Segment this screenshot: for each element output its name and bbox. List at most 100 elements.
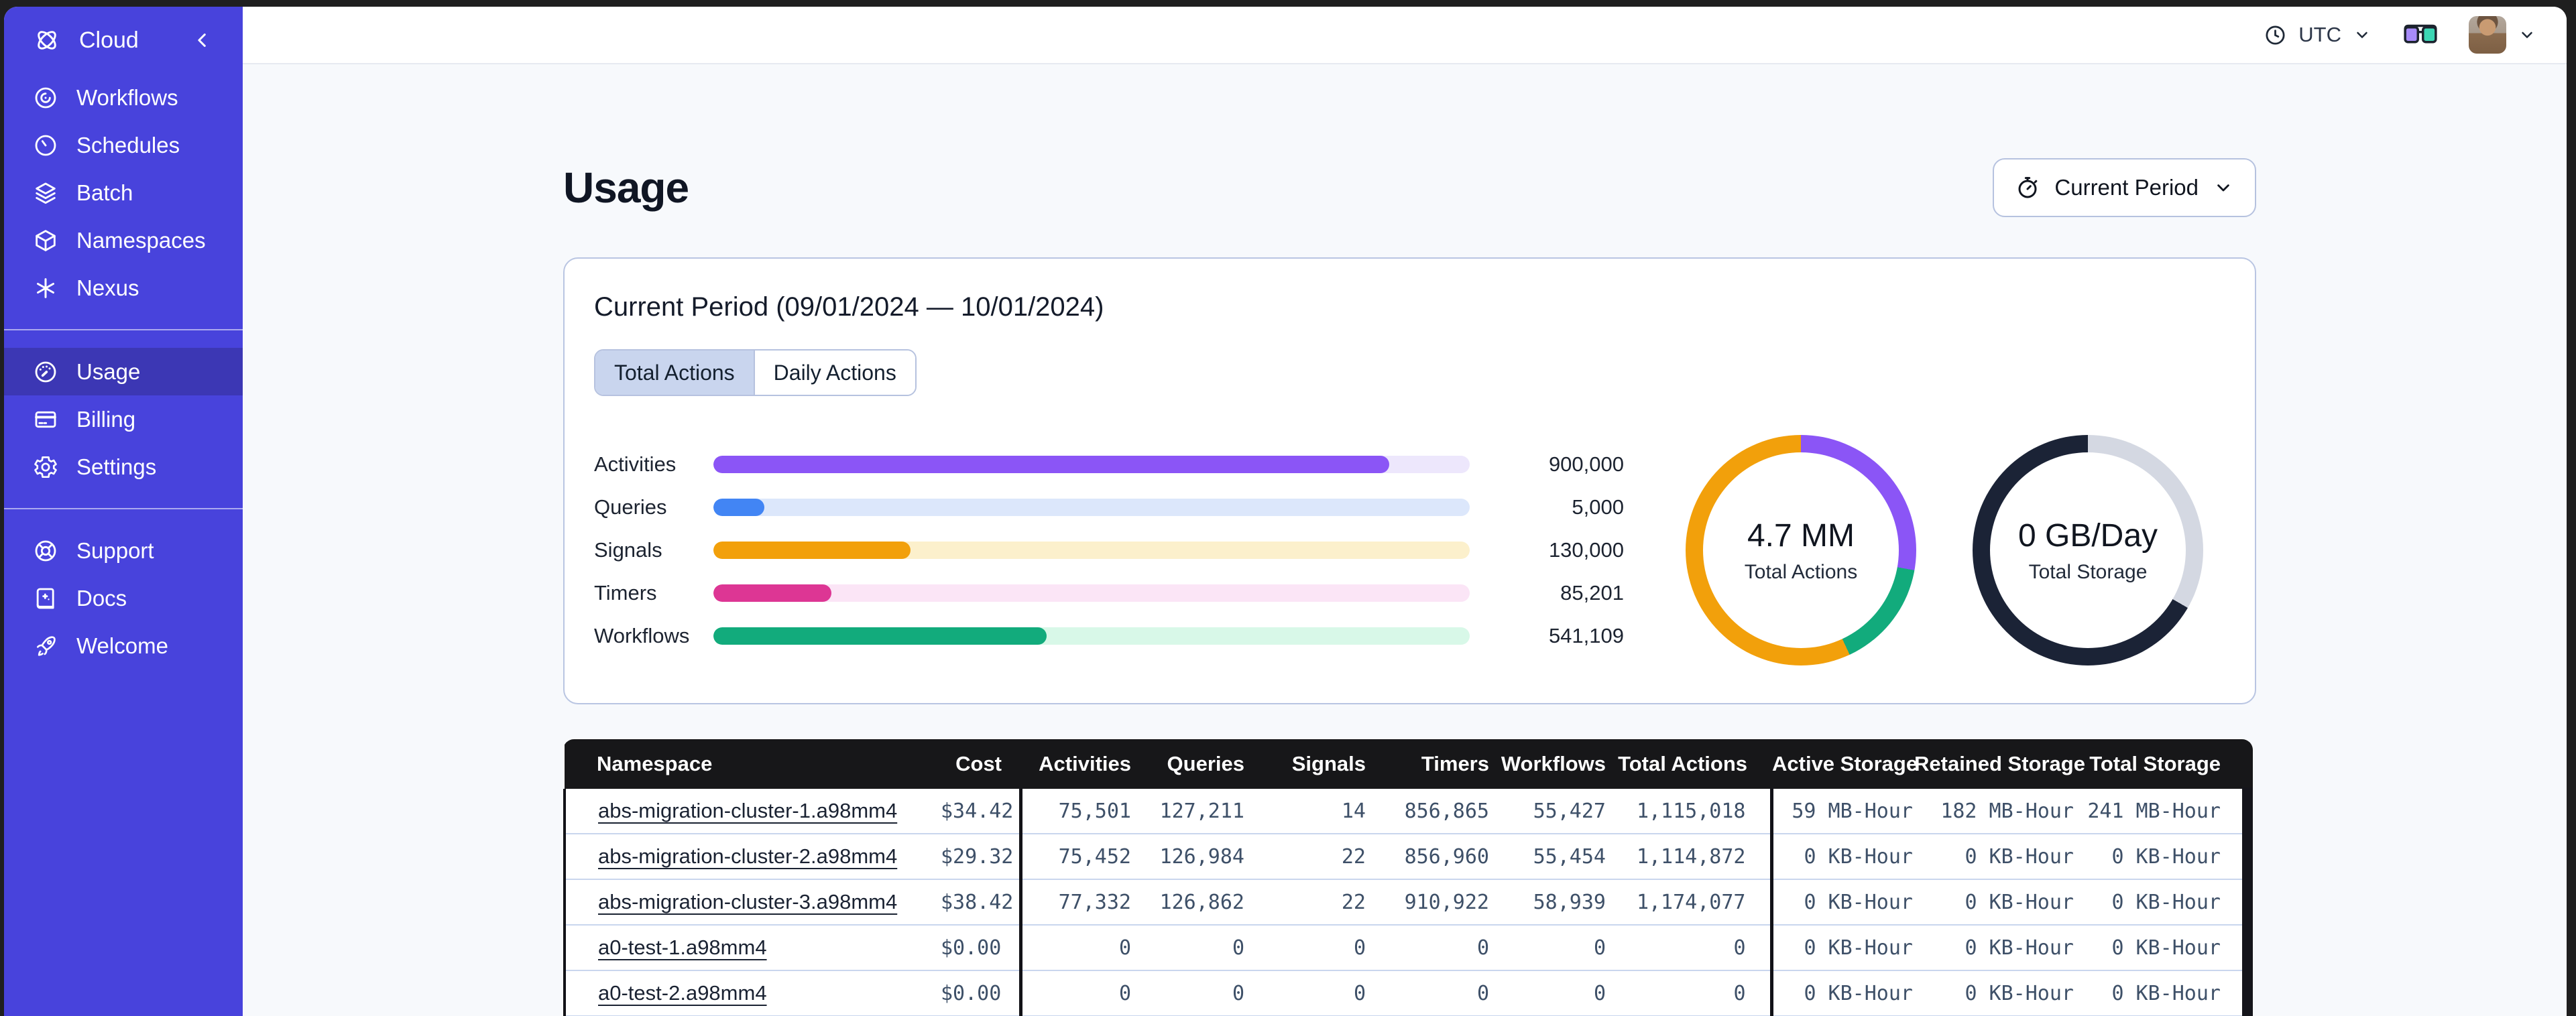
cell-queries: 0 [1132, 970, 1245, 1016]
cell-retained-storage: 0 KB-Hour [1914, 879, 2074, 925]
cell-activities: 0 [1018, 970, 1132, 1016]
cell-active-storage: 0 KB-Hour [1769, 833, 1914, 879]
sidebar-item-welcome[interactable]: Welcome [4, 622, 243, 670]
cell-queries: 0 [1132, 924, 1245, 970]
table-scrollbar[interactable] [2242, 787, 2253, 1016]
cell-cost: $0.00 [940, 970, 1020, 1016]
sidebar-item-label: Settings [76, 454, 157, 479]
cell-workflows: 0 [1490, 970, 1606, 1016]
sidebar-item-workflows[interactable]: Workflows [4, 74, 243, 121]
cell-signals: 14 [1341, 799, 1366, 823]
main-area: UTC Usage Current Period Current Period … [243, 7, 2567, 1016]
cell-namespace: a0-test-1.a98mm4 [563, 924, 940, 970]
col-total-storage: Total Storage [2074, 739, 2253, 789]
bar-label: Workflows [594, 624, 690, 647]
table-row: a0-test-2.a98mm4 $0.00 0 0 0 0 0 0 0 KB-… [563, 970, 2253, 1016]
sidebar-item-label: Support [76, 537, 154, 563]
glasses-icon [2402, 23, 2439, 47]
bar-label: Timers [594, 581, 657, 605]
glasses-button[interactable] [2402, 23, 2439, 47]
cell-timers: 0 [1366, 924, 1490, 970]
tab-daily-actions[interactable]: Daily Actions [753, 351, 915, 395]
cell-total-storage: 241 MB-Hour [2087, 799, 2221, 823]
bar-track [713, 584, 1470, 602]
cell-timers: 856,960 [1366, 833, 1490, 879]
actions-bar-chart: Activities 900,000 Queries 5,000 Signals… [594, 443, 1624, 657]
namespace-link[interactable]: abs-migration-cluster-2.a98mm4 [598, 844, 897, 868]
cell-queries: 126,984 [1132, 833, 1245, 879]
period-selector-button[interactable]: Current Period [1993, 158, 2256, 217]
namespace-link[interactable]: a0-test-1.a98mm4 [598, 936, 767, 959]
sidebar-item-usage[interactable]: Usage [4, 348, 243, 395]
cell-active-storage: 0 KB-Hour [1769, 879, 1914, 925]
cell-total-storage: 0 KB-Hour [2074, 970, 2253, 1016]
bar-row-workflows: Workflows 541,109 [594, 615, 1624, 657]
cell-queries: 126,862 [1132, 879, 1245, 925]
total-storage-donut: 0 GB/Day Total Storage [1973, 435, 2203, 665]
billing-card-icon [32, 406, 59, 433]
brand-label: Cloud [79, 27, 139, 53]
cell-total-storage: 0 KB-Hour [2074, 924, 2253, 970]
table-row: a0-test-1.a98mm4 $0.00 0 0 0 0 0 0 0 KB-… [563, 924, 2253, 970]
sidebar-divider [4, 508, 243, 509]
bar-fill [713, 499, 764, 516]
bar-fill [713, 627, 1047, 645]
timezone-selector[interactable]: UTC [2263, 23, 2372, 48]
bar-track [713, 542, 1470, 559]
bar-value: 85,201 [1560, 581, 1624, 605]
sidebar-account-nav: Usage Billing Settings [4, 348, 243, 491]
cell-total-actions: 0 [1606, 970, 1771, 1016]
sidebar-item-label: Nexus [76, 275, 139, 300]
cell-workflows: 55,427 [1533, 799, 1606, 823]
account-menu[interactable] [2469, 16, 2537, 54]
sidebar-item-settings[interactable]: Settings [4, 443, 243, 491]
sidebar-item-label: Batch [76, 180, 133, 205]
cell-workflows: 0 [1490, 924, 1606, 970]
chevron-down-icon [2352, 25, 2372, 45]
tab-total-actions[interactable]: Total Actions [595, 351, 754, 395]
cell-cost: $34.42 [941, 799, 1014, 823]
schedules-icon [32, 132, 59, 159]
sidebar-item-label: Namespaces [76, 227, 206, 253]
cell-retained-storage: 0 KB-Hour [1914, 833, 2074, 879]
sidebar-item-namespaces[interactable]: Namespaces [4, 216, 243, 264]
sidebar-primary-nav: Workflows Schedules Batch Namespaces Nex… [4, 74, 243, 312]
sidebar-item-batch[interactable]: Batch [4, 169, 243, 216]
col-total-actions: Total Actions [1606, 739, 1771, 789]
namespace-link[interactable]: abs-migration-cluster-3.a98mm4 [598, 890, 897, 913]
sidebar-item-docs[interactable]: Docs [4, 574, 243, 622]
cell-retained-storage: 182 MB-Hour [1940, 799, 2074, 823]
namespace-link[interactable]: abs-migration-cluster-1.a98mm4 [598, 799, 897, 822]
table-row: abs-migration-cluster-2.a98mm4 $29.32 75… [563, 833, 2253, 879]
clock-icon [2263, 23, 2288, 48]
page-content: Usage Current Period Current Period (09/… [243, 64, 2567, 1016]
cell-active-storage: 0 KB-Hour [1769, 970, 1914, 1016]
namespace-link[interactable]: a0-test-2.a98mm4 [598, 981, 767, 1005]
bar-row-timers: Timers 85,201 [594, 572, 1624, 615]
cell-timers: 0 [1366, 970, 1490, 1016]
sidebar: Cloud Workflows Schedules Batch Namespac… [4, 7, 243, 1016]
sidebar-item-billing[interactable]: Billing [4, 395, 243, 443]
sidebar-item-nexus[interactable]: Nexus [4, 264, 243, 312]
cell-workflows: 58,939 [1490, 879, 1606, 925]
cell-namespace: a0-test-2.a98mm4 [563, 970, 940, 1016]
sidebar-collapse-button[interactable] [190, 28, 215, 52]
bar-label: Activities [594, 452, 677, 476]
table-header-row: Namespace Cost Activities Queries Signal… [565, 739, 2253, 789]
cell-retained-storage: 0 KB-Hour [1914, 970, 2074, 1016]
topbar: UTC [243, 7, 2567, 64]
sidebar-item-support[interactable]: Support [4, 527, 243, 574]
donut-value: 0 GB/Day [2017, 517, 2158, 554]
namespace-usage-table: Namespace Cost Activities Queries Signal… [563, 739, 2253, 1016]
bar-row-queries: Queries 5,000 [594, 486, 1624, 529]
sidebar-item-schedules[interactable]: Schedules [4, 121, 243, 169]
usage-charts: Activities 900,000 Queries 5,000 Signals… [594, 435, 2224, 665]
batch-layers-icon [32, 180, 59, 206]
sidebar-item-label: Welcome [76, 633, 168, 658]
chevron-left-icon [198, 34, 206, 47]
bar-row-signals: Signals 130,000 [594, 529, 1624, 572]
sidebar-item-label: Workflows [76, 84, 178, 110]
bar-fill [713, 584, 831, 602]
bar-value: 130,000 [1548, 538, 1624, 562]
bar-track [713, 499, 1470, 516]
